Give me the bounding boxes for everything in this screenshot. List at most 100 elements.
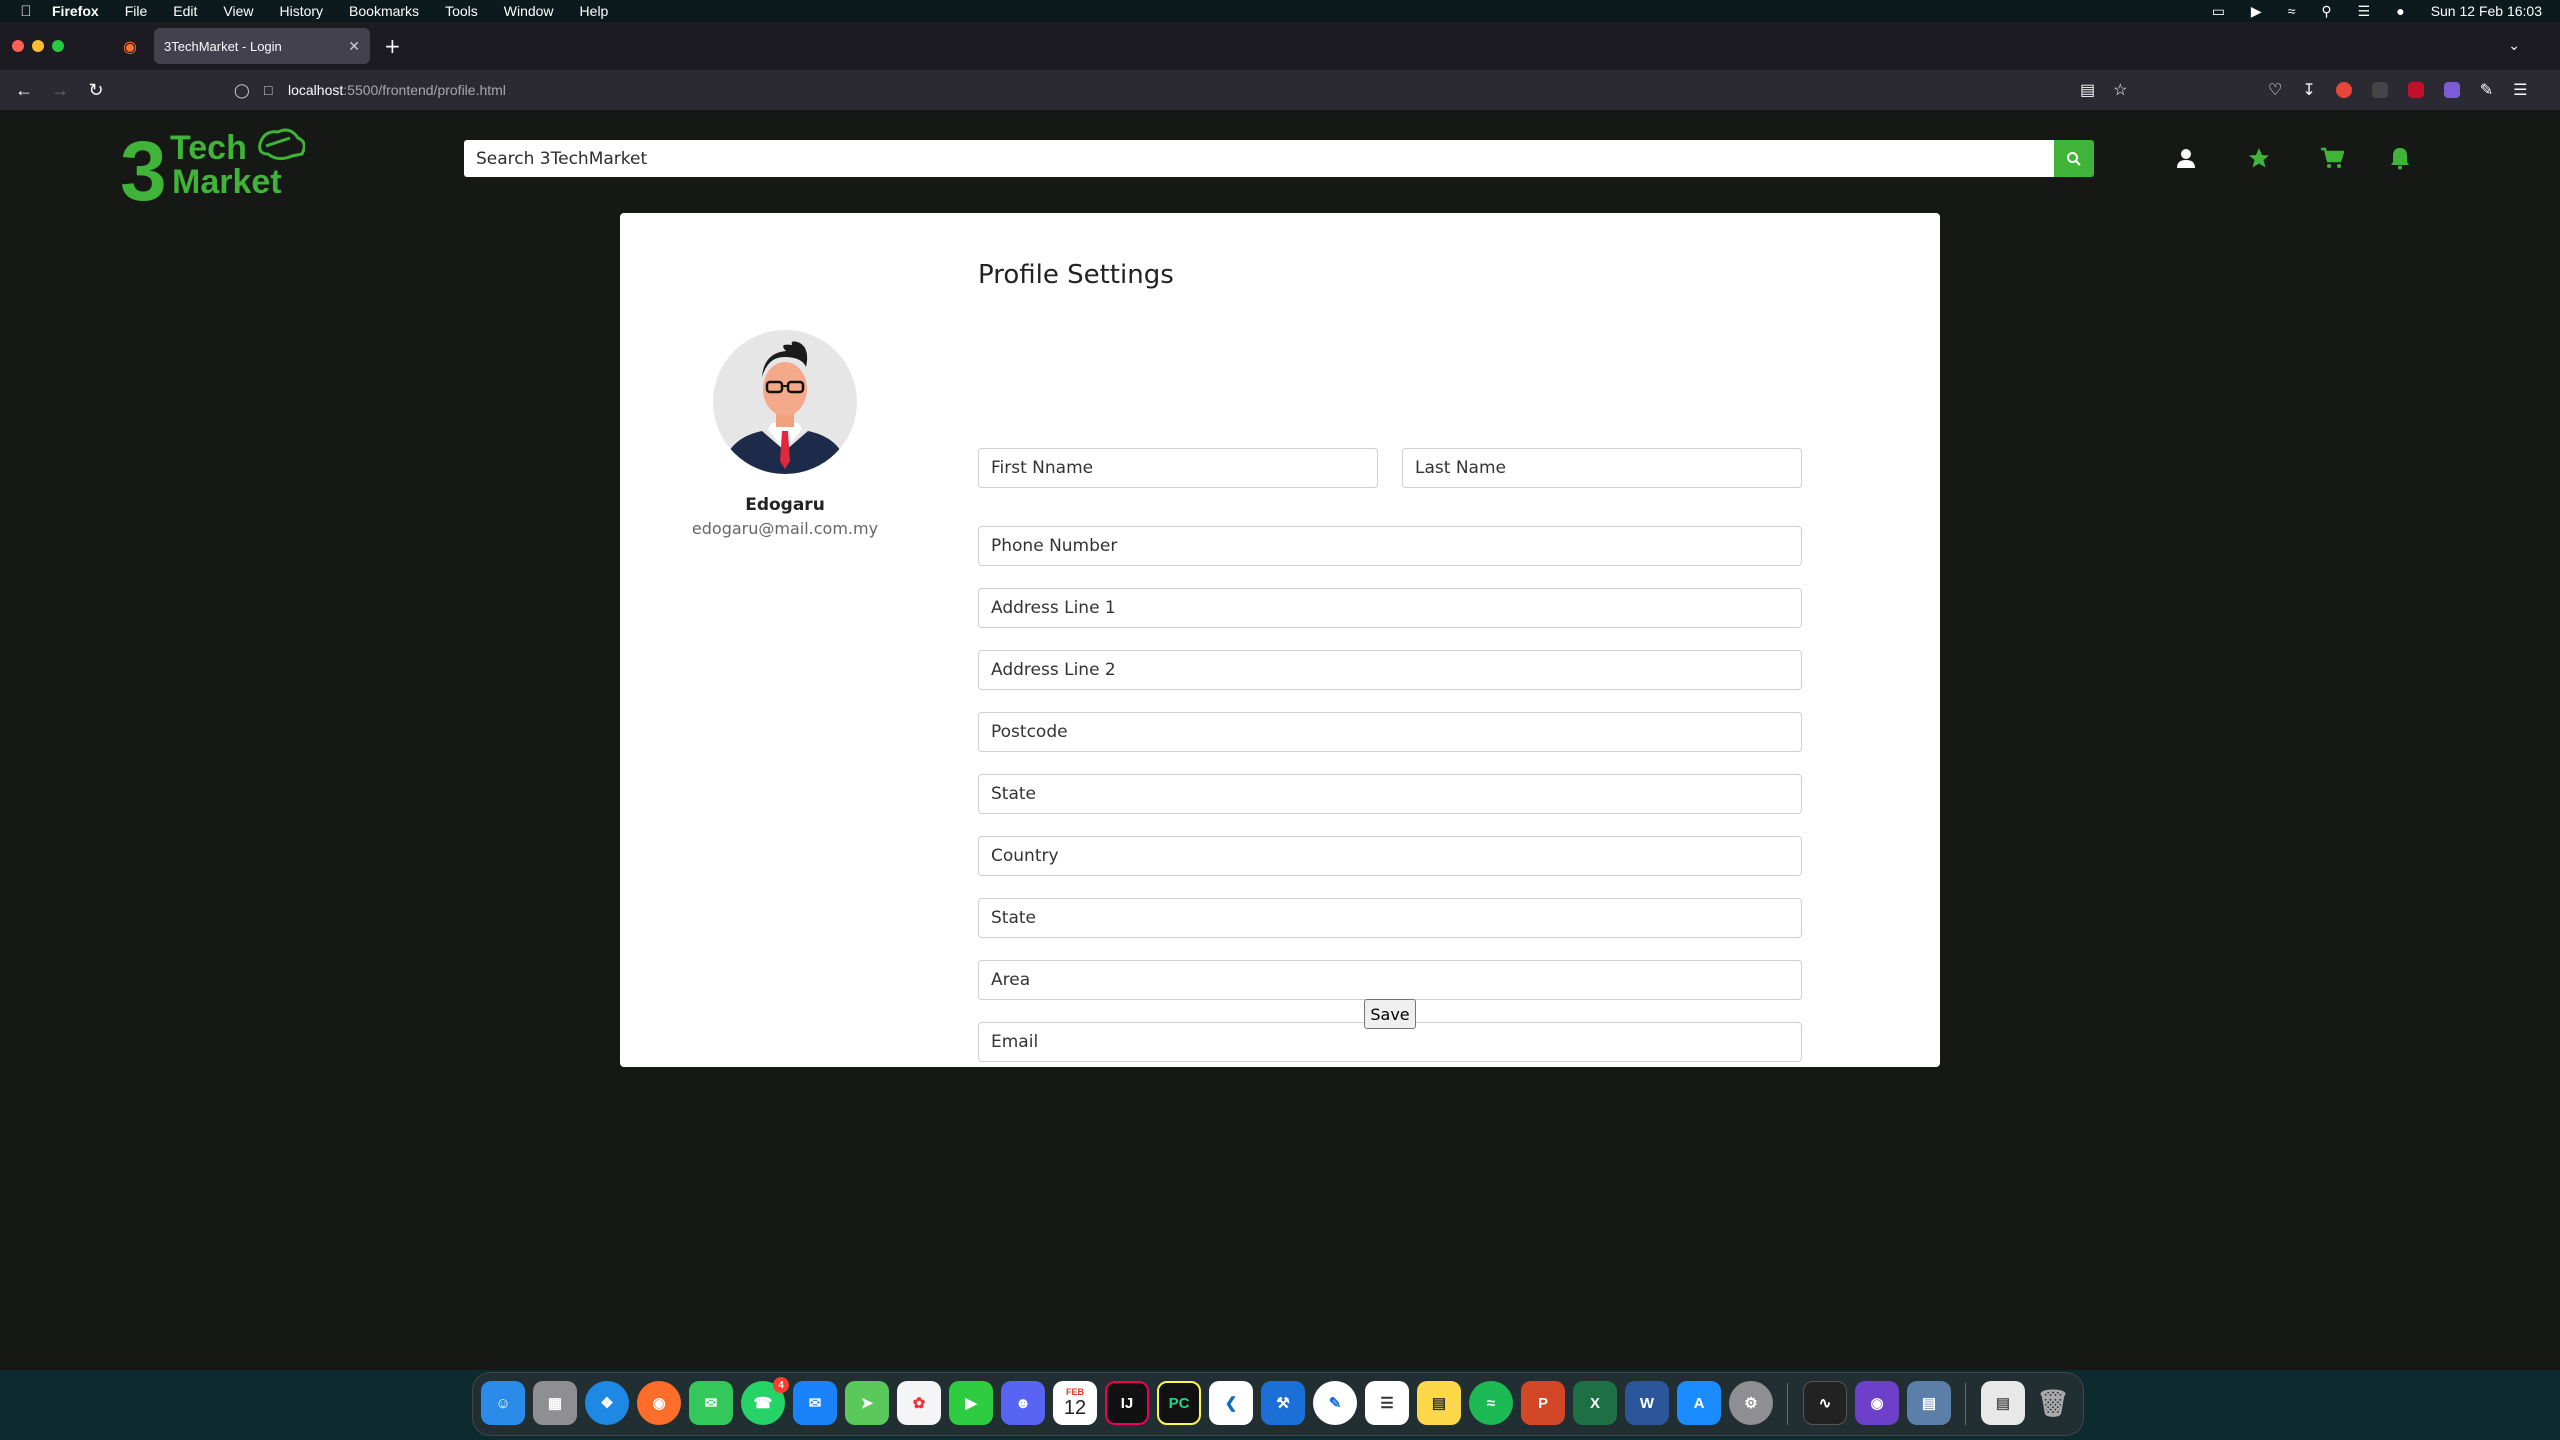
reminders-icon[interactable]: ☰ — [1365, 1381, 1409, 1425]
extension-red-icon[interactable] — [2335, 82, 2352, 98]
hamburger-menu-icon[interactable]: ☰ — [2513, 80, 2527, 100]
extensions-puzzle-icon[interactable]: ✎ — [2480, 80, 2493, 100]
safari-icon[interactable]: ❖ — [585, 1381, 629, 1425]
github-desktop-icon[interactable]: ◉ — [1855, 1381, 1899, 1425]
tracking-shield-icon[interactable]: ◯ — [234, 82, 264, 99]
postcode-field[interactable] — [978, 712, 1802, 752]
list-all-tabs-icon[interactable]: ⌄ — [2508, 38, 2520, 54]
search-icon — [2067, 151, 2081, 166]
search-input[interactable] — [464, 140, 2054, 177]
screen-mirror-icon[interactable]: ▭ — [2212, 3, 2225, 20]
back-arrow-icon[interactable]: ← — [6, 80, 42, 101]
extension-ublock-icon[interactable] — [2407, 82, 2424, 98]
menu-history[interactable]: History — [266, 3, 336, 19]
search-button[interactable] — [2054, 140, 2094, 177]
xcode-icon[interactable]: ⚒ — [1261, 1381, 1305, 1425]
spotlight-search-icon[interactable]: ⚲ — [2321, 3, 2331, 20]
close-window-button[interactable] — [12, 40, 24, 52]
save-button[interactable]: Save — [1364, 999, 1416, 1029]
mail-icon[interactable]: ✉ — [793, 1381, 837, 1425]
state-field[interactable] — [978, 774, 1802, 814]
favorites-star-icon[interactable] — [2247, 146, 2271, 170]
launchpad-icon[interactable]: ▦ — [533, 1381, 577, 1425]
menu-view[interactable]: View — [210, 3, 266, 19]
preview-icon[interactable]: ▤ — [1907, 1381, 1951, 1425]
last-name-field[interactable] — [1402, 448, 1802, 488]
downloads-icon[interactable]: ↧ — [2302, 80, 2315, 100]
siri-icon[interactable]: ● — [2396, 3, 2404, 19]
browser-tab-active[interactable]: 3TechMarket - Login ✕ — [154, 28, 370, 64]
intellij-icon[interactable]: IJ — [1105, 1381, 1149, 1425]
firefox-view-icon[interactable]: ◉ — [110, 37, 150, 56]
new-tab-button[interactable]: + — [384, 34, 401, 58]
facetime-icon[interactable]: ▶ — [949, 1381, 993, 1425]
finder-icon[interactable]: ☺ — [481, 1381, 525, 1425]
site-logo[interactable]: 3 Tech Market — [120, 124, 305, 204]
pycharm-icon[interactable]: PC — [1157, 1381, 1201, 1425]
address-bar[interactable]: ◯ □ localhost :5500/frontend/profile.htm… — [234, 74, 1466, 106]
discord-icon[interactable]: ☻ — [1001, 1381, 1045, 1425]
menu-window[interactable]: Window — [491, 3, 567, 19]
shopping-cart-icon[interactable] — [2320, 146, 2344, 170]
menu-help[interactable]: Help — [567, 3, 622, 19]
system-settings-icon[interactable]: ⚙ — [1729, 1381, 1773, 1425]
wifi-icon[interactable]: ≈ — [2288, 3, 2296, 19]
pocket-icon[interactable]: ♡ — [2268, 80, 2282, 100]
profile-user-email: edogaru@mail.com.my — [691, 519, 879, 538]
toolbar-extensions: ♡ ↧ ✎ ☰ — [2268, 70, 2528, 110]
page-info-icon[interactable]: □ — [264, 82, 288, 98]
vscode-icon[interactable]: ❮ — [1209, 1381, 1253, 1425]
minimize-window-button[interactable] — [32, 40, 44, 52]
notes-icon[interactable]: ▤ — [1417, 1381, 1461, 1425]
notification-bell-icon[interactable] — [2388, 146, 2412, 170]
maps-icon[interactable]: ➤ — [845, 1381, 889, 1425]
trash-icon[interactable]: 🗑 — [2031, 1381, 2075, 1425]
app-store-icon[interactable]: A — [1677, 1381, 1721, 1425]
extension-dark-icon[interactable] — [2371, 82, 2388, 98]
messages-icon[interactable]: ✉ — [689, 1381, 733, 1425]
bookmark-star-icon[interactable]: ☆ — [2113, 80, 2127, 100]
area-field[interactable] — [978, 960, 1802, 1000]
browser-tab-bar: ◉ 3TechMarket - Login ✕ + ⌄ — [0, 22, 2560, 70]
address-line-1-field[interactable] — [978, 588, 1802, 628]
notes-app-icon[interactable]: ✎ — [1313, 1381, 1357, 1425]
logo-cloud-icon — [258, 128, 305, 161]
calendar-icon[interactable]: FEB 12 — [1053, 1381, 1097, 1425]
site-search — [464, 140, 2094, 177]
profile-user-name: Edogaru — [745, 495, 825, 515]
url-host: localhost — [288, 82, 344, 98]
reload-icon[interactable]: ↻ — [78, 80, 114, 101]
user-account-icon[interactable] — [2174, 146, 2198, 170]
state-field-2[interactable] — [978, 898, 1802, 938]
whatsapp-icon[interactable]: ☎ 4 — [741, 1377, 789, 1425]
country-field[interactable] — [978, 836, 1802, 876]
menu-file[interactable]: File — [112, 3, 161, 19]
phone-number-field[interactable] — [978, 526, 1802, 566]
menu-app-name[interactable]: Firefox — [52, 3, 112, 19]
firefox-icon[interactable]: ◉ — [637, 1381, 681, 1425]
zoom-window-button[interactable] — [52, 40, 64, 52]
reader-view-icon[interactable]: ▤ — [2080, 80, 2095, 100]
menu-edit[interactable]: Edit — [160, 3, 210, 19]
control-center-icon[interactable]: ☰ — [2358, 3, 2371, 20]
menu-tools[interactable]: Tools — [432, 3, 491, 19]
window-controls — [0, 40, 110, 52]
forward-arrow-icon[interactable]: → — [42, 80, 78, 101]
downloads-stack-icon[interactable]: ▤ — [1981, 1381, 2025, 1425]
powerpoint-icon[interactable]: P — [1521, 1381, 1565, 1425]
spotify-icon[interactable]: ≈ — [1469, 1381, 1513, 1425]
close-tab-icon[interactable]: ✕ — [348, 38, 360, 55]
excel-icon[interactable]: X — [1573, 1381, 1617, 1425]
photos-icon[interactable]: ✿ — [897, 1381, 941, 1425]
apple-icon[interactable]:  — [0, 3, 52, 20]
play-icon[interactable]: ▶ — [2251, 3, 2262, 20]
word-icon[interactable]: W — [1625, 1381, 1669, 1425]
first-name-field[interactable] — [978, 448, 1378, 488]
menubar-clock[interactable]: Sun 12 Feb 16:03 — [2431, 3, 2542, 19]
activity-monitor-icon[interactable]: ∿ — [1803, 1381, 1847, 1425]
menu-bookmarks[interactable]: Bookmarks — [336, 3, 432, 19]
address-line-2-field[interactable] — [978, 650, 1802, 690]
user-avatar — [713, 330, 857, 474]
url-actions: ▤ ☆ — [2080, 70, 2127, 110]
extension-purple-icon[interactable] — [2443, 82, 2460, 98]
